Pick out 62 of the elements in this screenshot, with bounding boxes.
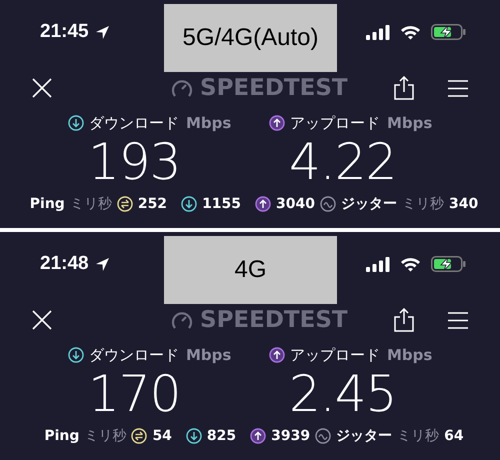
battery-icon (431, 256, 466, 272)
download-icon (68, 115, 84, 131)
idle-ping-value: 54 (152, 428, 172, 444)
app-logo-text: SPEEDTEST (200, 307, 348, 333)
download-ping-value: 1155 (202, 196, 242, 212)
unit-label: Mbps (387, 114, 432, 132)
status-time: 21:48 (40, 253, 89, 275)
gauge-icon (171, 78, 193, 98)
ping-icon (131, 428, 148, 444)
status-time: 21:45 (40, 21, 89, 43)
close-icon[interactable] (32, 310, 52, 330)
overlay-label: 5G/4G(Auto) (164, 4, 337, 72)
unit-label: Mbps (186, 114, 232, 132)
wave-icon (320, 196, 336, 212)
close-icon[interactable] (32, 78, 52, 98)
jitter-value: 64 (444, 428, 464, 444)
menu-icon[interactable] (448, 312, 468, 328)
download-label: ダウンロード (89, 114, 179, 132)
upload-icon (269, 347, 285, 363)
ping-label: Ping (44, 428, 80, 444)
download-icon (68, 347, 84, 363)
upload-speed: 2.45 (289, 366, 396, 422)
share-icon[interactable] (394, 76, 414, 100)
unit-label: ミリ秒 (84, 427, 126, 445)
ping-icon (116, 196, 133, 212)
download-speed: 193 (88, 134, 180, 190)
unit-label: ミリ秒 (397, 427, 440, 445)
upload-label: アップロード (290, 346, 380, 364)
download-ping-value: 825 (206, 428, 236, 444)
location-arrow-icon (94, 256, 110, 272)
download-label: ダウンロード (89, 346, 179, 364)
upload-icon (250, 428, 266, 444)
upload-icon (269, 115, 285, 131)
app-logo-text: SPEEDTEST (200, 75, 348, 101)
signal-icon (366, 256, 390, 272)
signal-icon (366, 24, 390, 40)
jitter-label: ジッター (341, 195, 397, 213)
unit-label: Mbps (387, 346, 432, 364)
upload-label: アップロード (290, 114, 380, 132)
download-icon (186, 428, 202, 444)
overlay-label: 4G (164, 236, 337, 304)
jitter-value: 340 (449, 196, 478, 212)
jitter-label: ジッター (336, 427, 392, 445)
upload-icon (255, 196, 272, 212)
battery-icon (431, 24, 466, 40)
download-icon (181, 196, 198, 212)
menu-icon[interactable] (448, 80, 468, 96)
download-speed: 170 (88, 366, 180, 422)
idle-ping-value: 252 (138, 196, 168, 212)
upload-ping-value: 3939 (271, 428, 310, 444)
upload-speed: 4.22 (289, 134, 396, 190)
wifi-icon (400, 256, 421, 272)
wifi-icon (400, 24, 421, 40)
unit-label: ミリ秒 (402, 195, 444, 213)
unit-label: ミリ秒 (70, 195, 112, 213)
wave-icon (315, 428, 332, 444)
gauge-icon (171, 310, 193, 330)
location-arrow-icon (94, 24, 110, 40)
ping-label: Ping (30, 196, 65, 212)
share-icon[interactable] (394, 308, 414, 332)
upload-ping-value: 3040 (276, 196, 315, 212)
unit-label: Mbps (186, 346, 232, 364)
